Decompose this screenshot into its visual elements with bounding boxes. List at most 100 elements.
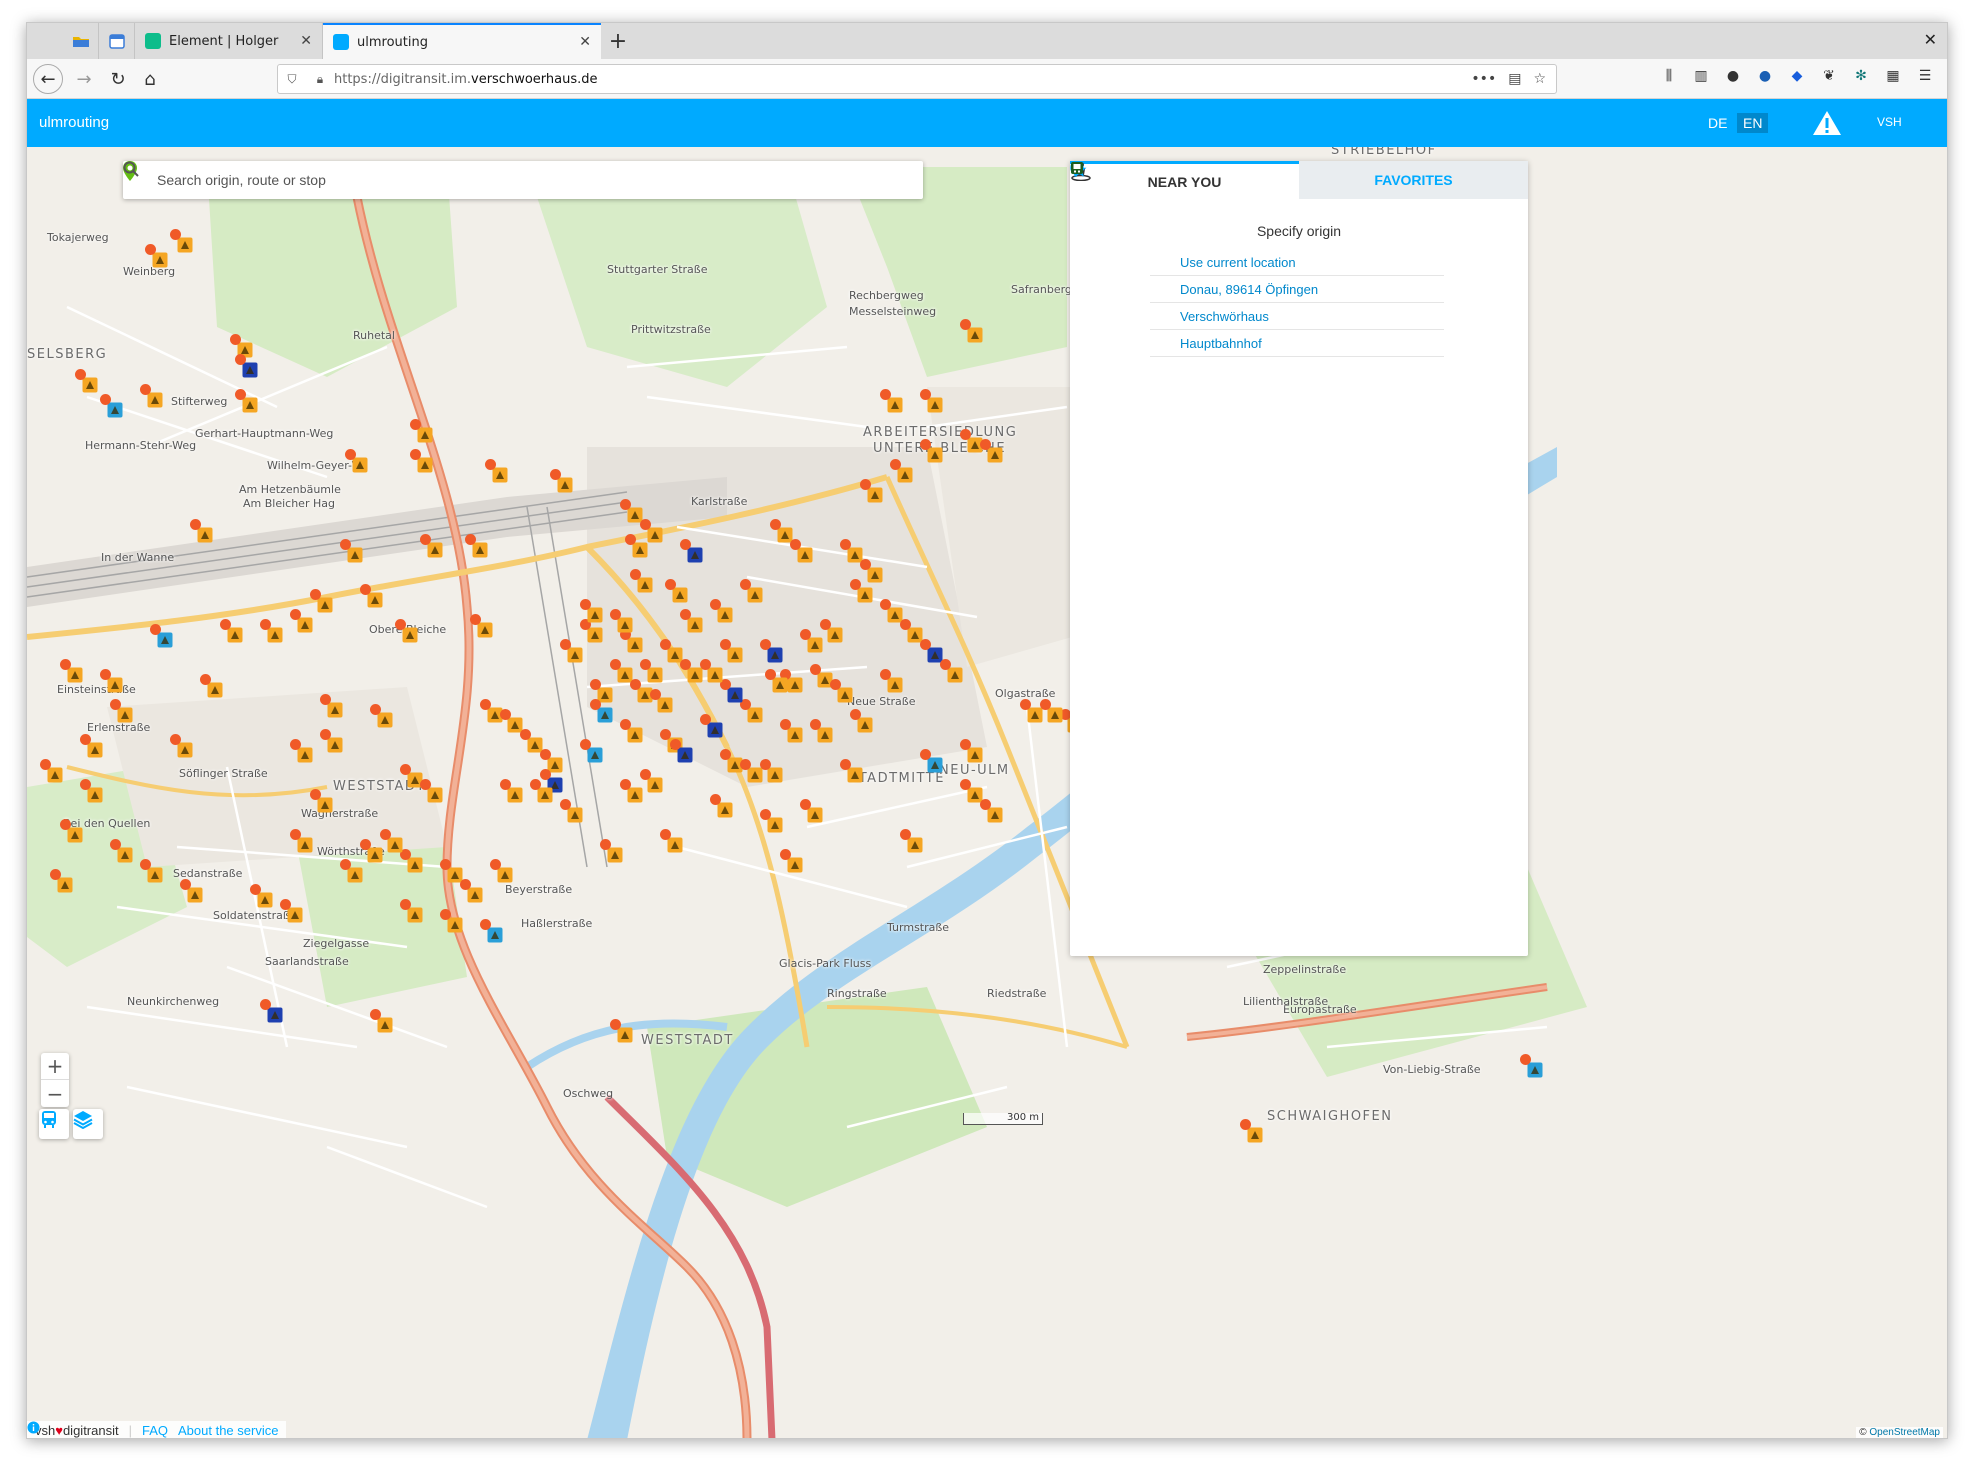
poi-marker[interactable] bbox=[440, 909, 463, 933]
poi-marker[interactable] bbox=[1240, 1119, 1263, 1143]
more-actions-icon[interactable]: ••• bbox=[1471, 71, 1496, 87]
poi-marker[interactable] bbox=[340, 539, 363, 563]
poi-marker[interactable] bbox=[290, 609, 313, 633]
app-title[interactable]: ulmrouting bbox=[39, 114, 109, 131]
poi-marker[interactable] bbox=[310, 789, 333, 813]
poi-marker[interactable] bbox=[810, 719, 833, 743]
poi-marker[interactable] bbox=[290, 829, 313, 853]
poi-marker[interactable] bbox=[75, 369, 98, 393]
search-box[interactable] bbox=[123, 161, 923, 199]
poi-marker[interactable] bbox=[50, 869, 73, 893]
about-link[interactable]: About the service bbox=[178, 1423, 278, 1438]
poi-marker[interactable] bbox=[740, 759, 763, 783]
poi-marker[interactable] bbox=[530, 779, 553, 803]
account-icon[interactable]: ● bbox=[1723, 68, 1743, 84]
poi-marker[interactable] bbox=[760, 639, 783, 663]
shield-icon[interactable]: ⛉ bbox=[278, 72, 306, 87]
close-icon[interactable]: ✕ bbox=[569, 34, 591, 50]
poi-marker[interactable] bbox=[580, 599, 603, 623]
poi-marker[interactable] bbox=[60, 659, 83, 683]
bitwarden-icon[interactable]: ◆ bbox=[1787, 68, 1807, 84]
vehicles-toggle-button[interactable] bbox=[39, 1109, 69, 1139]
poi-marker[interactable] bbox=[710, 794, 733, 818]
poi-marker[interactable] bbox=[840, 759, 863, 783]
poi-marker[interactable] bbox=[260, 999, 283, 1023]
poi-marker[interactable] bbox=[170, 229, 193, 253]
poi-marker[interactable] bbox=[80, 779, 103, 803]
poi-marker[interactable] bbox=[580, 619, 603, 643]
poi-marker[interactable] bbox=[190, 519, 213, 543]
pinned-tab[interactable] bbox=[63, 23, 99, 59]
poi-marker[interactable] bbox=[460, 879, 483, 903]
poi-marker[interactable] bbox=[250, 884, 273, 908]
window-close-icon[interactable]: ✕ bbox=[1924, 30, 1937, 49]
poi-marker[interactable] bbox=[780, 719, 803, 743]
language-de-button[interactable]: DE bbox=[1702, 113, 1733, 133]
poi-marker[interactable] bbox=[380, 829, 403, 853]
poi-marker[interactable] bbox=[680, 609, 703, 633]
home-button[interactable]: ⌂ bbox=[135, 64, 165, 94]
poi-marker[interactable] bbox=[180, 879, 203, 903]
poi-marker[interactable] bbox=[660, 829, 683, 853]
poi-marker[interactable] bbox=[640, 659, 663, 683]
poi-marker[interactable] bbox=[60, 819, 83, 843]
poi-marker[interactable] bbox=[820, 619, 843, 643]
poi-marker[interactable] bbox=[980, 439, 1003, 463]
poi-marker[interactable] bbox=[590, 699, 613, 723]
poi-marker[interactable] bbox=[580, 739, 603, 763]
poi-marker[interactable] bbox=[680, 659, 703, 683]
option-recent-place[interactable]: Donau, 89614 Öpfingen bbox=[1070, 161, 1444, 303]
library-icon[interactable]: ⫼ bbox=[1659, 68, 1679, 84]
poi-marker[interactable] bbox=[860, 479, 883, 503]
poi-marker[interactable] bbox=[235, 389, 258, 413]
poi-marker[interactable] bbox=[620, 629, 643, 653]
url-bar[interactable]: ⛉ 🔒︎ https://digitransit.im. verschwoerha… bbox=[277, 64, 1557, 94]
poi-marker[interactable] bbox=[760, 809, 783, 833]
poi-marker[interactable] bbox=[665, 579, 688, 603]
poi-marker[interactable] bbox=[370, 704, 393, 728]
option-favorite-place[interactable]: Verschwörhaus bbox=[1071, 162, 1444, 330]
poi-marker[interactable] bbox=[260, 619, 283, 643]
poi-marker[interactable] bbox=[700, 714, 723, 738]
poi-marker[interactable] bbox=[485, 459, 508, 483]
poi-marker[interactable] bbox=[620, 779, 643, 803]
poi-marker[interactable] bbox=[170, 734, 193, 758]
poi-marker[interactable] bbox=[100, 394, 123, 418]
poi-marker[interactable] bbox=[140, 384, 163, 408]
poi-marker[interactable] bbox=[890, 459, 913, 483]
poi-marker[interactable] bbox=[800, 799, 823, 823]
poi-marker[interactable] bbox=[920, 389, 943, 413]
poi-marker[interactable] bbox=[765, 669, 788, 693]
poi-marker[interactable] bbox=[80, 734, 103, 758]
poi-marker[interactable] bbox=[150, 624, 173, 648]
poi-marker[interactable] bbox=[465, 534, 488, 558]
poi-marker[interactable] bbox=[1040, 699, 1063, 723]
poi-marker[interactable] bbox=[740, 699, 763, 723]
poi-marker[interactable] bbox=[880, 389, 903, 413]
poi-marker[interactable] bbox=[920, 749, 943, 773]
poi-marker[interactable] bbox=[550, 469, 573, 493]
poi-marker[interactable] bbox=[720, 679, 743, 703]
poi-marker[interactable] bbox=[310, 589, 333, 613]
poi-marker[interactable] bbox=[100, 669, 123, 693]
osm-link[interactable]: OpenStreetMap bbox=[1869, 1427, 1940, 1438]
poi-marker[interactable] bbox=[640, 519, 663, 543]
poi-marker[interactable] bbox=[140, 859, 163, 883]
poi-marker[interactable] bbox=[720, 639, 743, 663]
warning-icon[interactable] bbox=[1812, 109, 1842, 137]
poi-marker[interactable] bbox=[630, 569, 653, 593]
poi-marker[interactable] bbox=[780, 849, 803, 873]
poi-marker[interactable] bbox=[800, 629, 823, 653]
poi-marker[interactable] bbox=[395, 619, 418, 643]
poi-marker[interactable] bbox=[700, 659, 723, 683]
poi-marker[interactable] bbox=[345, 449, 368, 473]
poi-marker[interactable] bbox=[850, 579, 873, 603]
brand-logo[interactable]: vsh♥digitransit bbox=[35, 1423, 119, 1438]
poi-marker[interactable] bbox=[790, 539, 813, 563]
poi-marker[interactable] bbox=[610, 609, 633, 633]
map-view[interactable]: Tokajerweg Weinberg SELSBERG Stifterweg … bbox=[27, 147, 1947, 1438]
poi-marker[interactable] bbox=[400, 849, 423, 873]
back-button[interactable]: ← bbox=[33, 64, 63, 94]
language-en-button[interactable]: EN bbox=[1737, 113, 1769, 133]
tab-near-you[interactable]: NEAR YOU bbox=[1070, 161, 1299, 199]
